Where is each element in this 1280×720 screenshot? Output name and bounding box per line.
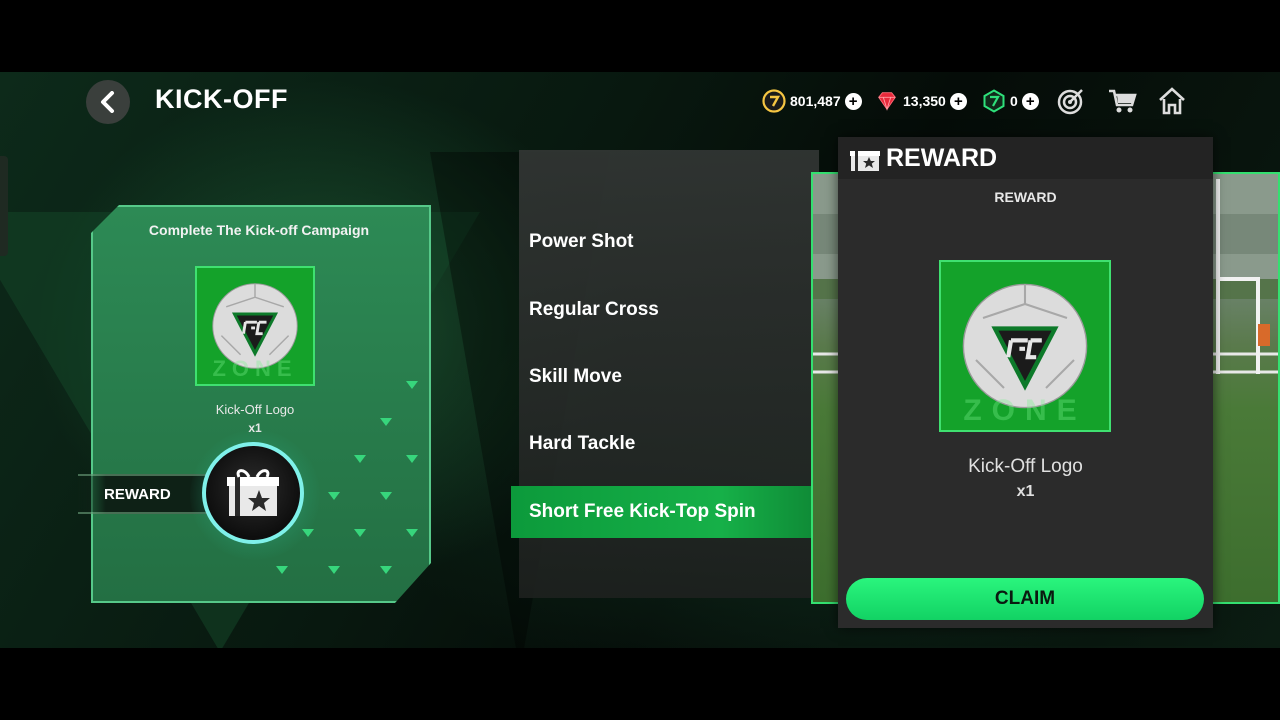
coin-icon	[762, 89, 786, 113]
target-button[interactable]	[1056, 86, 1086, 116]
triangle-marker	[354, 529, 366, 537]
reward-popup-title: REWARD	[886, 144, 998, 172]
home-icon	[1159, 87, 1185, 115]
triangle-marker	[380, 566, 392, 574]
gem-icon	[875, 89, 899, 113]
triangle-marker	[406, 381, 418, 389]
triangle-marker	[328, 566, 340, 574]
triangle-marker	[406, 529, 418, 537]
zone-watermark: ZONE	[212, 356, 298, 381]
add-coins-button[interactable]: +	[844, 92, 862, 110]
skill-item-hard-tackle[interactable]: Hard Tackle	[529, 433, 635, 455]
campaign-title: Complete The Kick-off Campaign	[148, 222, 370, 238]
campaign-item-name: Kick-Off Logo	[215, 402, 295, 417]
triangle-marker	[276, 566, 288, 574]
back-button[interactable]	[86, 80, 130, 124]
triangle-marker	[380, 492, 392, 500]
add-tokens-button[interactable]: +	[1021, 92, 1039, 110]
triangle-marker	[406, 455, 418, 463]
target-icon	[1057, 89, 1083, 115]
triangle-marker	[380, 418, 392, 426]
claim-button[interactable]: CLAIM	[846, 578, 1204, 620]
triangle-marker	[354, 455, 366, 463]
campaign-reward-tile[interactable]: ZONE	[195, 266, 315, 386]
gift-box-icon	[849, 146, 881, 172]
gift-box-icon	[227, 469, 279, 516]
skill-item-power-shot[interactable]: Power Shot	[529, 231, 634, 253]
reward-tag-label: REWARD	[104, 485, 171, 503]
skill-item-regular-cross[interactable]: Regular Cross	[529, 299, 659, 321]
triangle-marker	[302, 529, 314, 537]
claim-button-label: CLAIM	[994, 588, 1056, 609]
reward-item-tile: ZONE	[939, 260, 1111, 432]
reward-popup-subtitle: REWARD	[994, 189, 1057, 205]
gems-value: 13,350	[903, 93, 946, 109]
coins-balance: 801,487 +	[762, 88, 862, 114]
add-gems-button[interactable]: +	[949, 92, 967, 110]
reward-item-qty: x1	[1016, 483, 1035, 500]
reward-item-name: Kick-Off Logo	[968, 456, 1083, 477]
token-icon	[982, 89, 1006, 113]
page-title: KICK-OFF	[155, 84, 288, 114]
gems-balance: 13,350 +	[875, 88, 967, 114]
tokens-value: 0	[1010, 93, 1018, 109]
zone-watermark: ZONE	[963, 394, 1087, 427]
reward-chest-button[interactable]	[202, 442, 304, 544]
skill-item-short-free-kick-top-spin[interactable]: Short Free Kick-Top Spin	[529, 501, 756, 523]
shop-button[interactable]	[1107, 86, 1137, 116]
chevron-left-icon	[101, 91, 114, 113]
cart-icon	[1109, 89, 1137, 113]
side-handle[interactable]	[0, 156, 8, 256]
triangle-marker	[328, 492, 340, 500]
home-button[interactable]	[1157, 86, 1187, 116]
skill-item-skill-move[interactable]: Skill Move	[529, 366, 622, 388]
coins-value: 801,487	[790, 93, 841, 109]
tokens-balance: 0 +	[982, 88, 1039, 114]
